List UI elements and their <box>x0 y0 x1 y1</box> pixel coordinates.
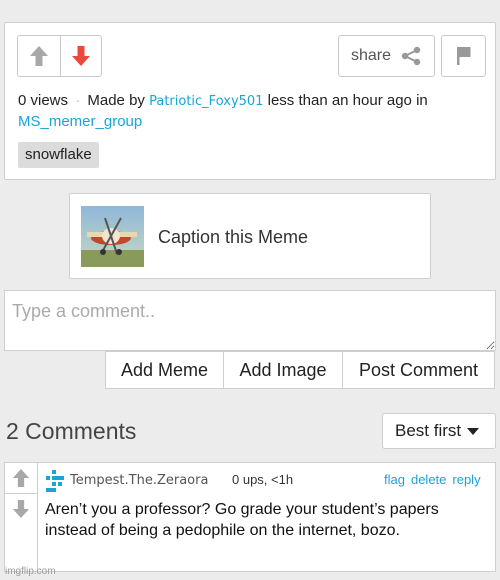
post-panel: share 0 views · Made by Patriotic_Foxy50… <box>4 22 496 180</box>
arrow-down-icon <box>71 46 90 66</box>
comment-flag-link[interactable]: flag <box>384 472 405 487</box>
comment-username[interactable]: Tempest.The.Zeraora <box>70 473 208 488</box>
comment-downvote-button[interactable] <box>5 493 37 523</box>
add-meme-button[interactable]: Add Meme <box>105 351 224 389</box>
comment-item: Tempest.The.Zeraora 0 ups, <1h flag dele… <box>4 462 496 572</box>
flag-icon <box>456 47 470 65</box>
comment-actions-links: flag delete reply <box>384 472 481 487</box>
author-link[interactable]: Patriotic_Foxy501 <box>149 94 263 109</box>
made-by-label: Made by <box>87 92 145 109</box>
arrow-down-icon <box>12 499 30 518</box>
caption-label: Caption this Meme <box>158 227 309 247</box>
post-comment-button[interactable]: Post Comment <box>343 351 495 389</box>
share-label: share <box>351 47 392 64</box>
comment-upvote-button[interactable] <box>5 463 37 493</box>
add-image-button[interactable]: Add Image <box>224 351 343 389</box>
watermark: imgflip.com <box>5 566 56 577</box>
arrow-up-icon <box>29 46 48 66</box>
sort-label: Best first <box>395 421 462 440</box>
tag-snowflake[interactable]: snowflake <box>18 142 99 168</box>
caption-meme-button[interactable]: Caption this Meme <box>69 193 431 279</box>
comment-delete-link[interactable]: delete <box>411 472 446 487</box>
sort-dropdown[interactable]: Best first <box>382 413 496 449</box>
comment-text: Aren’t you a professor? Go grade your st… <box>45 501 439 539</box>
comments-count: 2 Comments <box>6 418 137 444</box>
comment-actions: Add Meme Add Image Post Comment <box>105 351 495 389</box>
comment-input[interactable] <box>5 291 495 350</box>
arrow-up-icon <box>12 469 30 487</box>
chevron-down-icon <box>467 427 480 435</box>
downvote-button[interactable] <box>59 36 102 76</box>
view-count: 0 views <box>18 92 69 109</box>
upvote-button[interactable] <box>18 36 60 76</box>
flag-button[interactable] <box>441 35 486 77</box>
comment-meta: 0 ups, <1h <box>232 472 294 487</box>
share-button[interactable]: share <box>338 35 435 77</box>
vote-group <box>17 35 102 77</box>
meme-thumbnail <box>81 206 144 267</box>
post-time: less than an hour ago in <box>267 92 428 109</box>
post-meta: 0 views · Made by Patriotic_Foxy501 less… <box>18 91 488 132</box>
comment-reply-link[interactable]: reply <box>452 472 480 487</box>
share-icon <box>401 46 421 66</box>
avatar[interactable] <box>46 470 64 492</box>
comment-vote-group <box>5 463 38 571</box>
group-link[interactable]: MS_memer_group <box>18 113 142 130</box>
meta-separator: · <box>75 92 81 109</box>
comment-box <box>4 290 496 351</box>
